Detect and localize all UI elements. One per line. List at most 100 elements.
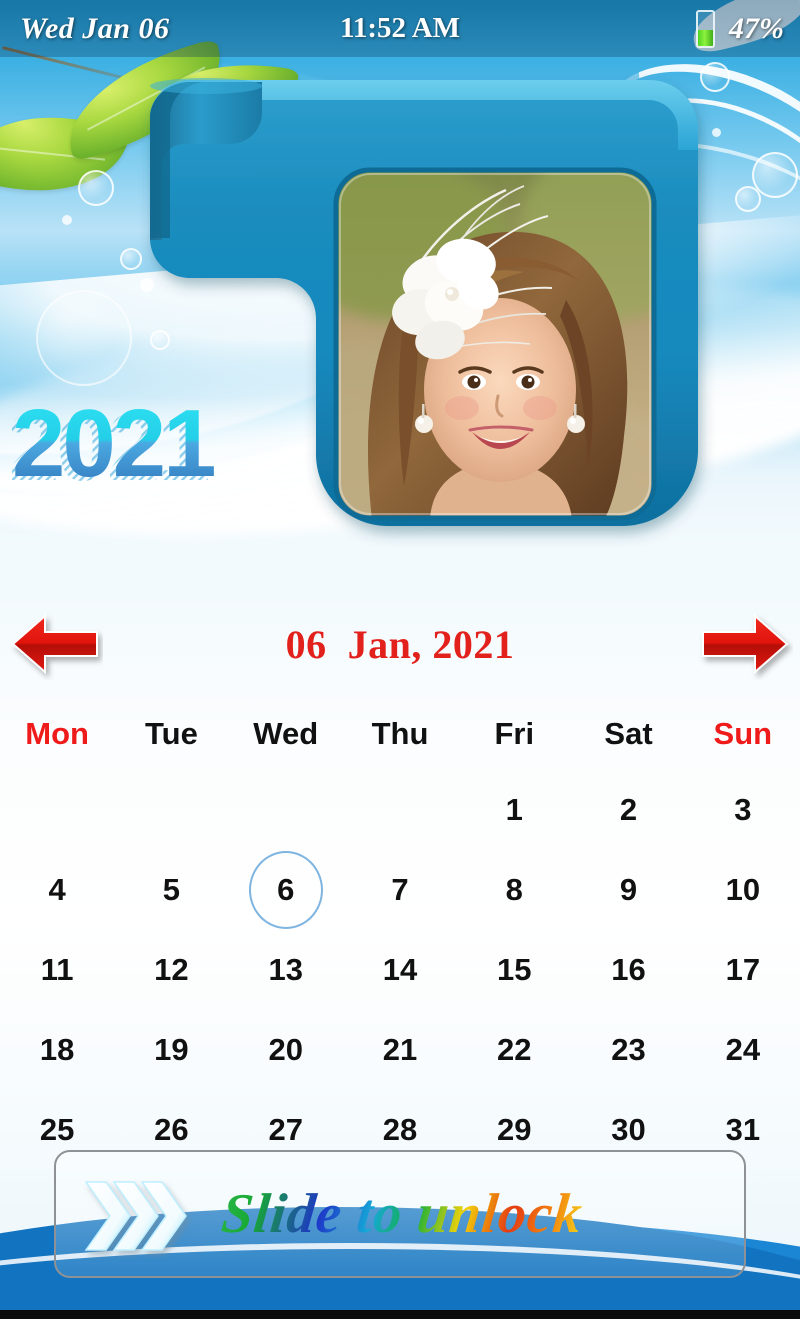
- day-cell[interactable]: 12: [114, 930, 228, 1010]
- status-bar: Wed Jan 06 11:52 AM 47%: [0, 0, 800, 57]
- day-cell[interactable]: [343, 770, 457, 850]
- weekday-cell: Thu: [343, 698, 457, 770]
- day-cell[interactable]: [0, 770, 114, 850]
- day-number: 9: [619, 872, 638, 907]
- day-cell[interactable]: 7: [343, 850, 457, 930]
- day-cell[interactable]: 11: [0, 930, 114, 1010]
- day-cell[interactable]: 9: [571, 850, 685, 930]
- day-number: 27: [268, 1112, 303, 1147]
- calendar-week-row: 11 12 13 14 15 16 17: [0, 930, 800, 1010]
- day-number: 20: [268, 1032, 303, 1067]
- chevron-right-icon: [84, 1181, 187, 1251]
- day-number: 7: [391, 872, 409, 907]
- day-cell[interactable]: 23: [571, 1010, 685, 1090]
- day-cell[interactable]: 22: [457, 1010, 571, 1090]
- day-number: 17: [725, 952, 761, 987]
- day-number: 4: [48, 872, 66, 907]
- day-number: 21: [382, 1032, 418, 1067]
- day-number: 13: [268, 952, 303, 987]
- day-number: 12: [154, 952, 189, 987]
- battery-fill: [698, 29, 713, 46]
- arrow-left-icon: [11, 613, 98, 675]
- calendar-week-row: 1 2 3: [0, 770, 800, 850]
- prev-month-button[interactable]: [0, 598, 110, 690]
- day-number: 15: [497, 952, 532, 987]
- weekday-label: Fri: [494, 716, 535, 751]
- day-cell[interactable]: 19: [114, 1010, 228, 1090]
- day-cell-selected[interactable]: 6: [229, 850, 343, 930]
- month-navigation: 06 Jan, 2021: [0, 598, 800, 690]
- day-cell[interactable]: 16: [571, 930, 685, 1010]
- day-cell[interactable]: [229, 770, 343, 850]
- weekday-cell: Wed: [229, 698, 343, 770]
- day-cell[interactable]: 2: [571, 770, 685, 850]
- status-bar-right-group: 47%: [696, 9, 784, 48]
- slide-to-unlock-slider[interactable]: Slide to unlock: [54, 1150, 746, 1278]
- day-number: 1: [505, 792, 523, 827]
- day-cell[interactable]: 24: [686, 1010, 800, 1090]
- next-month-button[interactable]: [690, 598, 800, 690]
- day-number: 16: [611, 952, 646, 987]
- day-cell[interactable]: [114, 770, 228, 850]
- weekday-cell: Sun: [686, 698, 800, 770]
- day-number: 25: [39, 1112, 75, 1147]
- portrait-photo: [336, 170, 654, 518]
- day-number: 31: [725, 1112, 761, 1147]
- chevron-group: [56, 1152, 216, 1276]
- day-cell[interactable]: 21: [343, 1010, 457, 1090]
- year-logo-svg: 2021 2021: [6, 390, 217, 501]
- day-number: 8: [505, 872, 523, 907]
- battery-icon: [696, 9, 715, 48]
- lockscreen-root: Wed Jan 06 11:52 AM 47% 2021 2021 06 Jan…: [0, 0, 800, 1319]
- day-cell[interactable]: 3: [686, 770, 800, 850]
- day-cell[interactable]: 5: [114, 850, 228, 930]
- status-bar-clock: 11:52 AM: [339, 12, 461, 44]
- day-number: 22: [497, 1032, 532, 1067]
- day-number: 18: [39, 1032, 75, 1067]
- day-cell[interactable]: 10: [686, 850, 800, 930]
- calendar-week-row: 4 5 6 7 8 9 10: [0, 850, 800, 930]
- weekday-label: Mon: [25, 716, 89, 751]
- day-number: 2: [619, 792, 638, 827]
- weekday-cell: Mon: [0, 698, 114, 770]
- day-number: 24: [725, 1032, 761, 1067]
- day-number: 19: [154, 1032, 189, 1067]
- day-number: 3: [734, 792, 752, 827]
- day-number: 23: [611, 1032, 646, 1067]
- day-number: 10: [725, 872, 761, 907]
- navigation-bar: [0, 1310, 800, 1319]
- current-month-label: 06 Jan, 2021: [285, 621, 515, 667]
- day-cell[interactable]: 18: [0, 1010, 114, 1090]
- day-cell[interactable]: 4: [0, 850, 114, 930]
- day-number: 29: [497, 1112, 532, 1147]
- day-cell[interactable]: 20: [229, 1010, 343, 1090]
- weekday-cell: Tue: [114, 698, 228, 770]
- day-number: 14: [382, 952, 418, 987]
- weekday-label: Wed: [253, 716, 319, 751]
- day-number: 28: [382, 1112, 418, 1147]
- weekday-label: Sun: [713, 716, 773, 751]
- day-cell[interactable]: 13: [229, 930, 343, 1010]
- battery-percent-label: 47%: [729, 11, 784, 45]
- weekday-cell: Sat: [571, 698, 685, 770]
- day-number: 26: [154, 1112, 189, 1147]
- year-logo-text: 2021: [12, 390, 217, 497]
- day-cell[interactable]: 1: [457, 770, 571, 850]
- day-cell[interactable]: 8: [457, 850, 571, 930]
- svg-text:2021: 2021: [12, 394, 214, 497]
- day-number: 30: [611, 1112, 646, 1147]
- day-cell[interactable]: 15: [457, 930, 571, 1010]
- arrow-right-icon: [702, 613, 789, 675]
- day-number: 11: [40, 952, 74, 987]
- calendar-week-row: 18 19 20 21 22 23 24: [0, 1010, 800, 1090]
- day-cell[interactable]: 14: [343, 930, 457, 1010]
- weekday-label: Sat: [604, 716, 653, 751]
- slide-to-unlock-label: Slide to unlock: [213, 1182, 744, 1246]
- day-cell[interactable]: 17: [686, 930, 800, 1010]
- year-logo: 2021 2021 2021: [6, 390, 292, 501]
- day-number: 5: [162, 872, 181, 907]
- day-number: 6: [277, 872, 295, 907]
- weekday-label: Tue: [145, 716, 198, 751]
- calendar-weekday-header: Mon Tue Wed Thu Fri Sat Sun: [0, 698, 800, 770]
- weekday-cell: Fri: [457, 698, 571, 770]
